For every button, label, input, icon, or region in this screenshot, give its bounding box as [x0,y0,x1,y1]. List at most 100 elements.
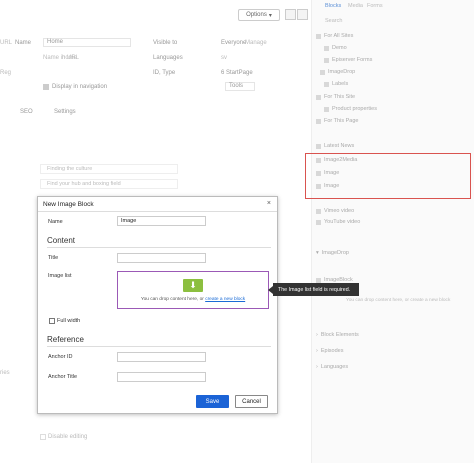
content-card[interactable]: Finding the culture [40,164,178,174]
reference-heading: Reference [47,335,84,344]
folder-icon [324,106,329,112]
display-nav-label: Display in navigation [52,84,108,90]
chevron-down-icon: ▾ [268,12,272,19]
section-header[interactable]: › Block Elements [316,332,359,338]
folder-icon [324,81,329,87]
display-nav-checkbox[interactable] [43,84,49,90]
id-type-label: ID, Type [153,70,176,76]
chevron-right-icon: › [316,348,318,354]
card-label: Finding the culture [47,166,93,172]
image-list-label: Image list [48,273,72,279]
folder-icon [316,118,321,124]
languages-value[interactable]: sv [221,55,227,61]
search-input[interactable]: Search [325,18,342,24]
save-button[interactable]: Save [196,395,229,408]
imagedrop-section[interactable]: ▾ ImageDrop [316,250,349,256]
cancel-button[interactable]: Cancel [235,395,268,408]
divider [47,247,271,248]
tree-item[interactable]: Product properties [324,106,377,112]
tree-label: Product properties [332,106,377,112]
tools-label: Tools [229,83,244,89]
grid-view-icon[interactable] [285,9,296,20]
anchor-title-label: Anchor Title [48,374,78,380]
partial-label: URL [0,40,13,46]
list-item-label: YouTube video [324,219,361,225]
image-list-dropzone[interactable]: ⬇ You can drop content here, or create a… [117,271,269,309]
partial-label: Reg [0,70,12,76]
list-item[interactable]: Latest News [316,143,354,149]
manage-link[interactable]: Manage [245,40,267,46]
folder-icon [324,45,329,51]
tree-item[interactable]: Demo [324,45,347,51]
partial-label: ries [0,370,10,376]
name-field[interactable]: Home [43,38,131,47]
anchor-id-input[interactable] [117,352,206,362]
create-new-block-link[interactable]: create a new block [205,297,245,302]
anchor-id-label: Anchor ID [48,354,73,360]
list-view-icon[interactable] [297,9,308,20]
section-label: Block Elements [320,332,359,338]
tree-label: For This Site [324,94,356,100]
tab-media[interactable]: Media [348,3,363,9]
close-icon[interactable]: × [267,200,271,207]
dialog-header: New Image Block [38,197,277,212]
tab-seo[interactable]: SEO [20,109,33,115]
options-button[interactable]: Options ▾ [238,9,280,21]
tree-label: Labels [332,81,349,87]
tools-dropdown[interactable]: Tools [225,82,255,91]
tree-item[interactable]: ImageDrop [320,69,355,75]
tree-item[interactable]: For All Sites [316,33,353,39]
full-width-label: Full width [57,318,81,324]
content-card[interactable]: Find your hub and boxing field [40,179,178,189]
highlight-frame [305,153,471,199]
folder-icon [316,33,321,39]
name-label: Name [15,40,32,46]
tab-blocks[interactable]: Blocks [325,3,341,9]
section-header[interactable]: › Languages [316,364,348,370]
block-icon [316,143,321,149]
disable-editing-checkbox[interactable] [40,434,46,440]
folder-icon [324,57,329,63]
content-heading: Content [47,236,76,245]
tree-item[interactable]: Episerver Forms [324,57,372,63]
tree-label: ImageDrop [328,69,356,75]
list-item[interactable]: YouTube video [316,219,360,225]
folder-icon [320,69,325,75]
video-icon [316,208,321,214]
id-type-value: 6 StartPage [221,70,253,76]
dropzone-text: You can drop content here, or [140,297,206,302]
tree-item[interactable]: For This Site [316,94,355,100]
list-item[interactable]: Vimeo video [316,208,354,214]
name-input[interactable] [117,216,206,226]
title-label: Title [48,255,59,261]
list-item-label: Vimeo video [324,208,355,214]
download-arrow-icon: ⬇ [183,279,203,292]
tree-label: For All Sites [324,33,354,39]
visible-to-label: Visible to [153,40,178,46]
tab-forms[interactable]: Forms [367,3,383,9]
visible-to-value: Everyone [221,40,247,46]
disable-editing-label: Disable editing [48,434,88,440]
list-item-label: Latest News [324,143,355,149]
anchor-title-input[interactable] [117,372,206,382]
section-label: Episodes [320,348,344,354]
section-header[interactable]: › Episodes [316,348,343,354]
tree-item[interactable]: Labels [324,81,348,87]
validation-tooltip: The Image list field is required. [268,283,359,296]
block-icon [316,277,321,283]
divider [47,346,271,347]
languages-label: Languages [153,55,183,61]
tree-label: For This Page [324,118,359,124]
chevron-right-icon: › [316,364,318,370]
chevron-down-icon: ▾ [316,250,319,256]
folder-icon [316,94,321,100]
tree-label: Demo [332,45,347,51]
title-input[interactable] [117,253,206,263]
tab-settings[interactable]: Settings [54,109,76,115]
tree-label: Episerver Forms [332,57,373,63]
name-url-value[interactable]: home [62,55,77,61]
tree-item[interactable]: For This Page [316,118,358,124]
full-width-checkbox[interactable] [49,318,55,324]
drop-hint: You can drop content here, or create a n… [346,298,451,303]
options-label: Options [246,12,267,18]
